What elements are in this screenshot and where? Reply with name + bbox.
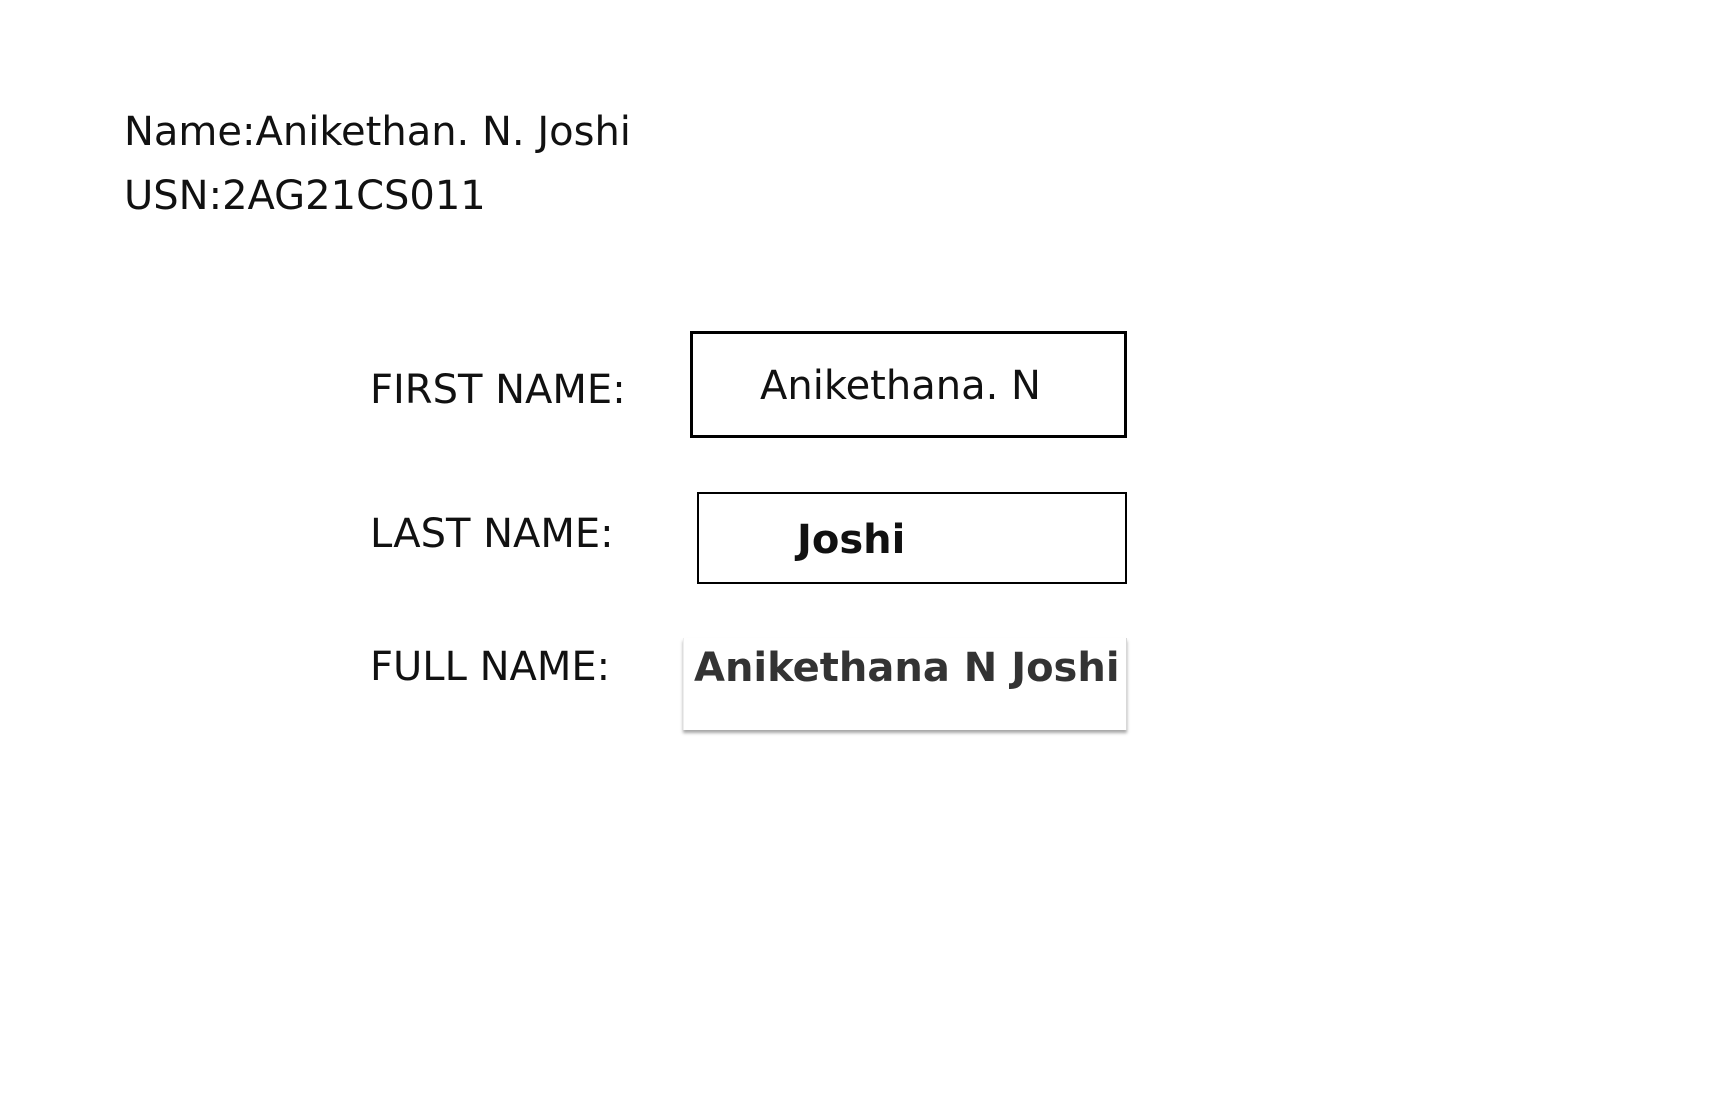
full-name-label: FULL NAME: — [370, 644, 611, 690]
last-name-field[interactable]: Joshi — [697, 492, 1127, 584]
last-name-label: LAST NAME: — [370, 511, 614, 557]
first-name-label: FIRST NAME: — [370, 367, 626, 413]
usn-text: USN:2AG21CS011 — [124, 173, 486, 219]
full-name-output: Anikethana N Joshi — [683, 638, 1127, 730]
first-name-value: Anikethana. N — [760, 362, 1041, 409]
last-name-value: Joshi — [797, 517, 906, 563]
full-name-value: Anikethana N Joshi — [694, 645, 1120, 691]
first-name-field[interactable]: Anikethana. N — [690, 331, 1127, 438]
student-name-text: Name:Anikethan. N. Joshi — [124, 109, 631, 155]
